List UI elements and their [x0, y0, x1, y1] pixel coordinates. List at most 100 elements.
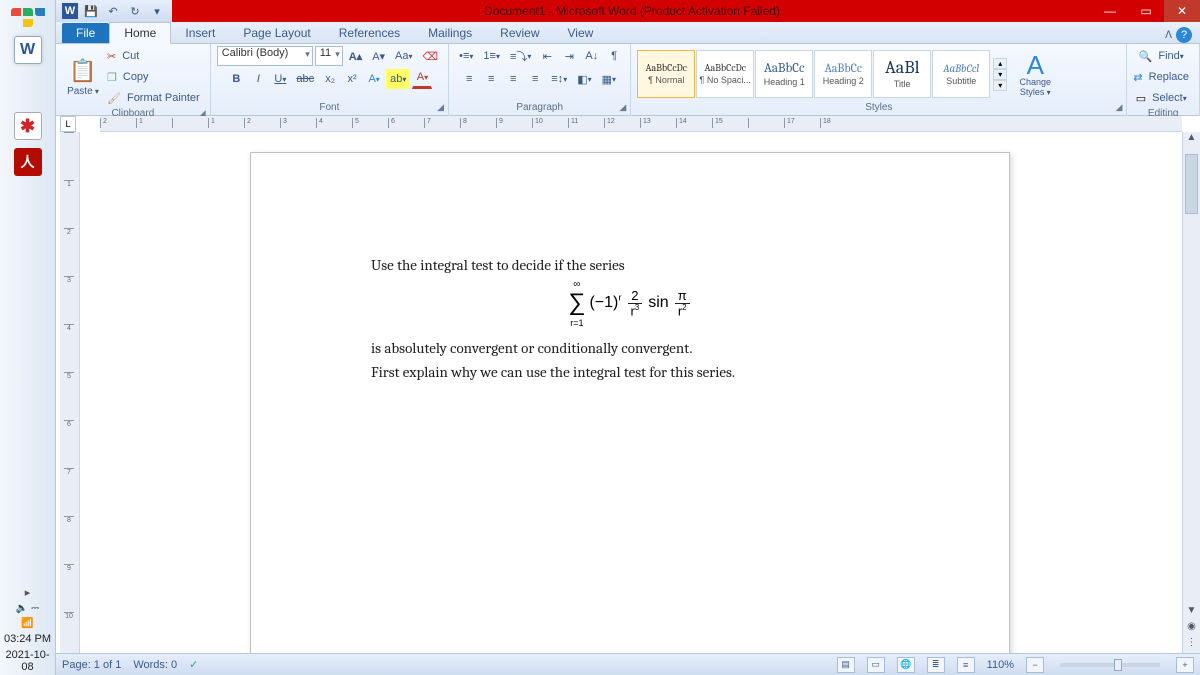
tray-signal-icon[interactable]: 📶 [0, 616, 56, 631]
taskbar-snap-icon[interactable]: ✱ [14, 112, 42, 140]
zoom-slider[interactable] [1060, 663, 1160, 667]
decrease-indent-button[interactable]: ⇤ [537, 46, 557, 66]
tab-view[interactable]: View [554, 23, 608, 43]
align-right-button[interactable]: ≡ [503, 69, 523, 89]
style-subtitle[interactable]: AaBbCclSubtitle [932, 50, 990, 98]
shrink-font-button[interactable]: A▾ [368, 46, 389, 66]
status-page[interactable]: Page: 1 of 1 [62, 659, 121, 671]
minimize-button[interactable]: — [1092, 0, 1128, 22]
page[interactable]: Use the integral test to decide if the s… [250, 152, 1010, 653]
borders-button[interactable]: ▦ [598, 69, 620, 89]
italic-button[interactable]: I [248, 69, 268, 89]
paragraph-dialog-icon[interactable]: ◢ [619, 102, 626, 113]
style--normal[interactable]: AaBbCcDc¶ Normal [637, 50, 695, 98]
help-icon[interactable]: ? [1176, 27, 1192, 43]
font-name-select[interactable]: Calibri (Body) [217, 46, 313, 66]
grow-font-button[interactable]: A▴ [345, 46, 366, 66]
format-painter-button[interactable]: Format Painter [123, 88, 204, 108]
tab-review[interactable]: Review [486, 23, 553, 43]
status-words[interactable]: Words: 0 [133, 659, 177, 671]
bullets-button[interactable]: •≡ [455, 46, 477, 66]
tab-file[interactable]: File [62, 23, 109, 43]
shading-button[interactable]: ◧ [573, 69, 595, 89]
zoom-in-button[interactable]: + [1176, 657, 1194, 673]
style-heading-2[interactable]: AaBbCcHeading 2 [814, 50, 872, 98]
justify-button[interactable]: ≡ [525, 69, 545, 89]
status-proof-icon[interactable]: ✓ [189, 658, 198, 671]
increase-indent-button[interactable]: ⇥ [559, 46, 579, 66]
view-full-screen-icon[interactable]: ▭ [867, 657, 885, 673]
tray-sound-icon[interactable]: 🔈 ⎓ [0, 601, 56, 616]
tab-home[interactable]: Home [109, 22, 171, 44]
change-styles-button[interactable]: A Change Styles [1010, 46, 1060, 102]
show-marks-button[interactable]: ¶ [604, 46, 624, 66]
qat-redo-icon[interactable]: ↻ [126, 3, 144, 19]
scroll-thumb[interactable] [1185, 154, 1198, 214]
tray-expand-icon[interactable]: ▸ [0, 584, 56, 601]
browse-next-icon[interactable]: ⋮ [1183, 637, 1200, 653]
browse-prev-icon[interactable]: ◉ [1183, 621, 1200, 637]
tray-time[interactable]: 03:24 PM [0, 631, 56, 647]
doc-paragraph-2[interactable]: is absolutely convergent or conditionall… [371, 336, 889, 360]
taskbar-pdf-icon[interactable]: 人 [14, 148, 42, 176]
taskbar-word-icon[interactable]: W [14, 36, 42, 64]
change-case-button[interactable]: Aa [391, 46, 416, 66]
text-effects-button[interactable]: A [364, 69, 384, 89]
app-icon[interactable]: W [62, 3, 78, 19]
styles-dialog-icon[interactable]: ◢ [1116, 102, 1123, 113]
copy-button[interactable]: Copy [119, 67, 153, 87]
font-dialog-icon[interactable]: ◢ [437, 102, 444, 113]
replace-button[interactable]: Replace [1145, 67, 1193, 87]
view-print-layout-icon[interactable]: ▤ [837, 657, 855, 673]
multilevel-button[interactable]: ≡⤵ [506, 46, 535, 66]
clear-formatting-button[interactable]: ⌫ [419, 46, 443, 66]
close-button[interactable]: ✕ [1164, 0, 1200, 22]
zoom-out-button[interactable]: − [1026, 657, 1044, 673]
paste-button[interactable]: 📋 Paste [62, 49, 104, 105]
style-title[interactable]: AaBlTitle [873, 50, 931, 98]
style-heading-1[interactable]: AaBbCcHeading 1 [755, 50, 813, 98]
style--no-spaci-[interactable]: AaBbCcDc¶ No Spaci... [696, 50, 754, 98]
align-left-button[interactable]: ≡ [459, 69, 479, 89]
vertical-scrollbar[interactable]: ▲ ▼ ◉ ⋮ [1182, 132, 1200, 653]
line-spacing-button[interactable]: ≡↕ [547, 69, 571, 89]
qat-customize-icon[interactable]: ▾ [148, 3, 166, 19]
horizontal-ruler[interactable]: 211234567891011121314151718 [100, 116, 1182, 132]
font-size-select[interactable]: 11 [315, 46, 343, 66]
doc-paragraph-3[interactable]: First explain why we can use the integra… [371, 360, 889, 384]
page-viewport[interactable]: Use the integral test to decide if the s… [80, 132, 1182, 653]
view-web-layout-icon[interactable]: 🌐 [897, 657, 915, 673]
find-button[interactable]: Find [1154, 46, 1187, 66]
cut-button[interactable]: Cut [118, 46, 143, 66]
view-outline-icon[interactable]: ≣ [927, 657, 945, 673]
doc-equation[interactable]: ∑ ∞ r=1 (−1)r 2r3 sin πr2 [371, 289, 889, 318]
subscript-button[interactable]: x₂ [320, 69, 340, 89]
tab-mailings[interactable]: Mailings [414, 23, 486, 43]
maximize-button[interactable]: ▭ [1128, 0, 1164, 22]
tab-references[interactable]: References [325, 23, 414, 43]
highlight-button[interactable]: ab [386, 69, 410, 89]
qat-undo-icon[interactable]: ↶ [104, 3, 122, 19]
bold-button[interactable]: B [226, 69, 246, 89]
numbering-button[interactable]: 1≡ [479, 46, 504, 66]
sort-button[interactable]: A↓ [581, 46, 602, 66]
strikethrough-button[interactable]: abc [292, 69, 318, 89]
zoom-level[interactable]: 110% [987, 659, 1014, 671]
scroll-down-icon[interactable]: ▼ [1183, 605, 1200, 621]
tab-page-layout[interactable]: Page Layout [229, 23, 324, 43]
font-color-button[interactable]: A [412, 69, 432, 89]
styles-scrollbar[interactable]: ▴▾▾ [993, 58, 1007, 91]
qat-save-icon[interactable]: 💾 [82, 3, 100, 19]
tab-insert[interactable]: Insert [171, 23, 229, 43]
align-center-button[interactable]: ≡ [481, 69, 501, 89]
select-button[interactable]: Select [1148, 88, 1191, 108]
superscript-button[interactable]: x² [342, 69, 362, 89]
underline-button[interactable]: U [270, 69, 290, 89]
scroll-up-icon[interactable]: ▲ [1183, 132, 1200, 148]
vertical-ruler[interactable]: 12345678910 [60, 132, 80, 653]
ribbon-minimize-icon[interactable]: ᐱ [1165, 30, 1172, 41]
tray-date[interactable]: 2021-10-08 [0, 647, 56, 675]
doc-paragraph-1[interactable]: Use the integral test to decide if the s… [371, 253, 889, 277]
view-draft-icon[interactable]: ≡ [957, 657, 975, 673]
start-button[interactable] [4, 2, 52, 32]
